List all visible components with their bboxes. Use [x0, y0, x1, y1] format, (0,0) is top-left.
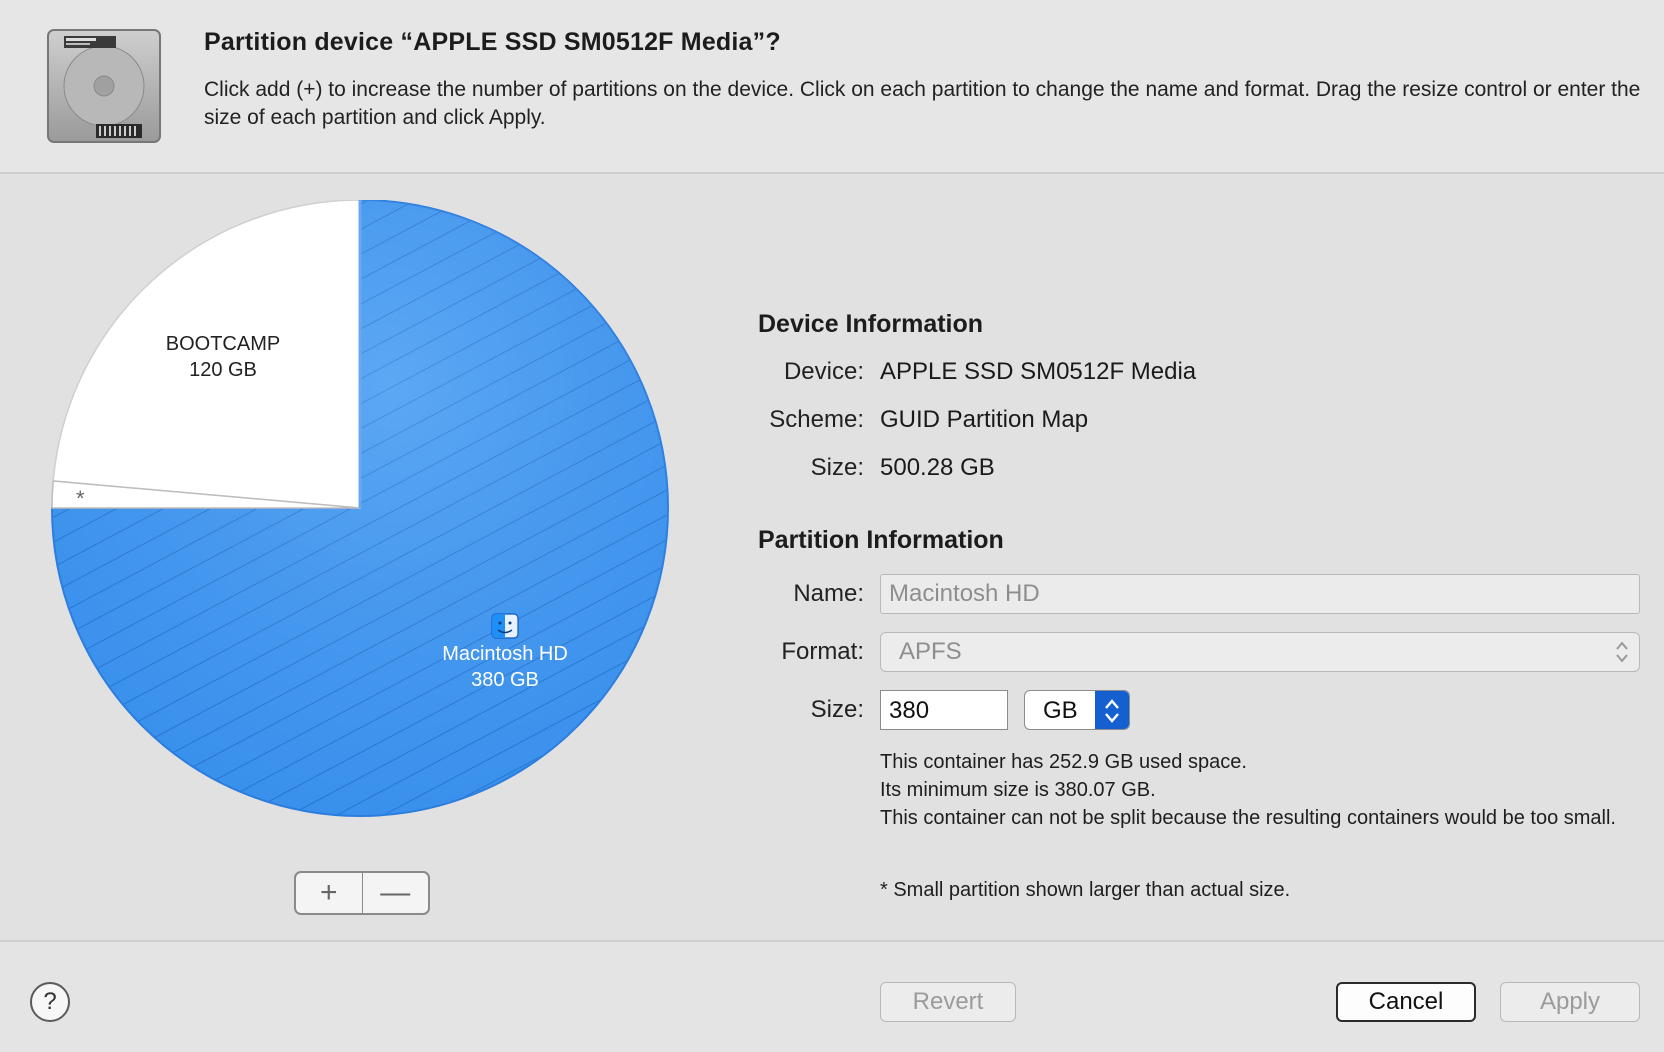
scheme-label: Scheme: — [769, 406, 864, 433]
hard-drive-icon — [47, 29, 161, 143]
size-unit-value: GB — [1043, 697, 1078, 724]
bootcamp-size-label: 120 GB — [189, 359, 257, 381]
revert-button[interactable]: Revert — [880, 982, 1016, 1022]
macintosh-hd-size-label: 380 GB — [471, 669, 539, 691]
partition-name-field[interactable]: Macintosh HD — [880, 574, 1640, 614]
chevron-updown-icon — [1616, 641, 1628, 663]
dialog-title: Partition device “APPLE SSD SM0512F Medi… — [204, 28, 781, 56]
dialog-header: Partition device “APPLE SSD SM0512F Medi… — [0, 0, 1664, 174]
bootcamp-name-label: BOOTCAMP — [166, 333, 280, 355]
partition-pie-chart[interactable]: * BOOTCAMP 120 GB Macintosh HD 380 GB — [40, 200, 680, 840]
size-unit-select[interactable]: GB — [1024, 690, 1130, 730]
device-value: APPLE SSD SM0512F Media — [880, 358, 1197, 385]
device-size-label: Size: — [810, 454, 864, 481]
format-label: Format: — [781, 638, 864, 665]
chevron-updown-icon — [1105, 699, 1119, 723]
partition-size-label: Size: — [810, 696, 864, 723]
add-remove-control: + — — [294, 871, 430, 915]
small-partition-marker: * — [76, 486, 85, 511]
help-button[interactable]: ? — [30, 982, 70, 1022]
macintosh-hd-name-label: Macintosh HD — [442, 643, 568, 665]
dialog-body: * BOOTCAMP 120 GB Macintosh HD 380 GB + … — [0, 174, 1664, 942]
name-label: Name: — [793, 580, 864, 607]
format-select[interactable]: APFS — [880, 632, 1640, 672]
apply-button[interactable]: Apply — [1500, 982, 1640, 1022]
dialog-description: Click add (+) to increase the number of … — [204, 78, 1641, 129]
cancel-button[interactable]: Cancel — [1336, 982, 1476, 1022]
device-label: Device: — [783, 358, 864, 385]
used-space-note: This container has 252.9 GB used space. — [880, 751, 1247, 773]
remove-partition-button[interactable]: — — [361, 873, 429, 913]
format-value: APFS — [899, 638, 962, 665]
unit-stepper[interactable] — [1095, 691, 1129, 729]
finder-icon — [491, 613, 519, 639]
scheme-value: GUID Partition Map — [880, 406, 1089, 433]
device-information-heading: Device Information — [758, 310, 984, 338]
device-size-value: 500.28 GB — [880, 454, 995, 481]
split-warning-note: This container can not be split because … — [880, 807, 1616, 829]
partition-size-input[interactable]: 380 — [880, 690, 1008, 730]
partition-information-heading: Partition Information — [758, 526, 1004, 554]
minimum-size-note: Its minimum size is 380.07 GB. — [880, 779, 1156, 801]
add-partition-button[interactable]: + — [296, 873, 362, 913]
small-partition-footnote: * Small partition shown larger than actu… — [880, 879, 1291, 901]
